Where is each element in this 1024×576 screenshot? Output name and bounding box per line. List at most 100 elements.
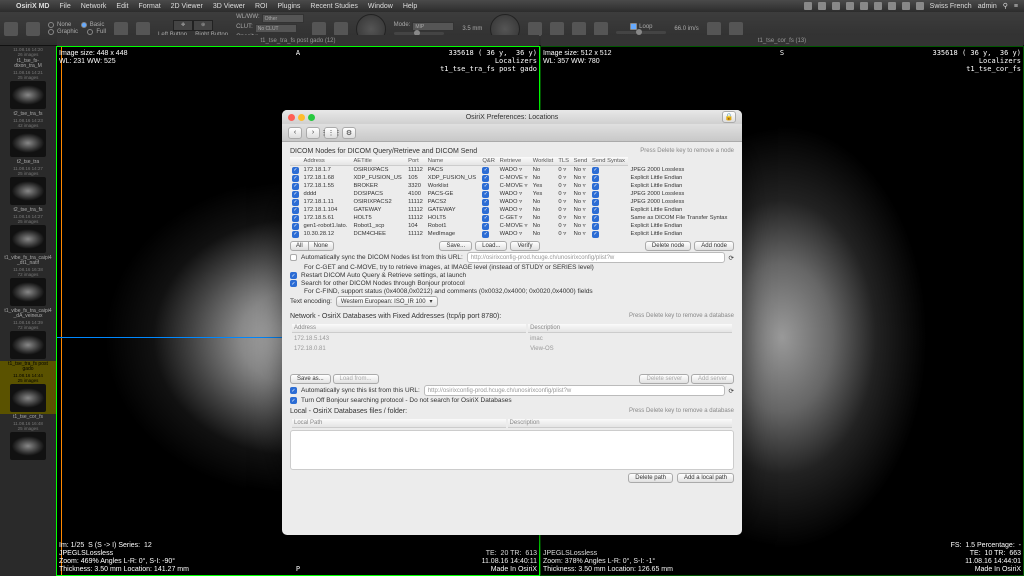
- menu-format[interactable]: Format: [138, 3, 160, 10]
- delete-node-button[interactable]: Delete node: [645, 241, 691, 251]
- shutter-icon[interactable]: [334, 22, 348, 36]
- dicom-node-row[interactable]: ✓172.18.1.68XDP_FUSION_US105XDP_FUSION_U…: [290, 174, 734, 182]
- app-name[interactable]: OsiriX MD: [16, 3, 49, 10]
- status-icon[interactable]: [846, 2, 854, 10]
- spotlight-icon[interactable]: ⚲: [1003, 2, 1008, 10]
- menu-help[interactable]: Help: [403, 3, 417, 10]
- dicom-node-row[interactable]: ✓172.18.5.61HOLT511112HOLT5✓C-GET ▿No0 ▿…: [290, 214, 734, 222]
- series-thumbnail[interactable]: t1_tse_cor_fs11.08.16 16:4825 images: [0, 414, 56, 462]
- menu-recent-studies[interactable]: Recent Studies: [310, 3, 357, 10]
- sync2-url-input[interactable]: http://osirixconfig-prod.hcuge.ch/unosir…: [424, 385, 725, 396]
- movie-export-icon[interactable]: [550, 22, 564, 36]
- navigator-icon[interactable]: [528, 22, 542, 36]
- minimize-icon[interactable]: [298, 114, 305, 121]
- sync-url-input[interactable]: http://osirixconfig-prod.hcuge.ch/unosir…: [467, 252, 725, 263]
- close-icon[interactable]: [288, 114, 295, 121]
- lock-icon[interactable]: 🔒: [722, 111, 736, 123]
- verify-button[interactable]: Verify: [510, 241, 539, 251]
- reload-icon[interactable]: ⟳: [729, 387, 734, 395]
- status-icon[interactable]: [804, 2, 812, 10]
- forward-button[interactable]: ›: [306, 127, 320, 139]
- menu-network[interactable]: Network: [81, 3, 107, 10]
- reload-icon[interactable]: ⟳: [729, 254, 734, 262]
- propagate-icon[interactable]: [594, 22, 608, 36]
- dicom-node-row[interactable]: ✓ddddDOSIPACS4100PACS-GE✓WADO ▿Yes0 ▿No …: [290, 190, 734, 198]
- annot-graphic-radio[interactable]: [48, 29, 54, 35]
- 3d-panel-icon[interactable]: [707, 22, 721, 36]
- menu-window[interactable]: Window: [368, 3, 393, 10]
- right-button-tool[interactable]: ⊕: [193, 20, 213, 31]
- patient-icon[interactable]: [136, 22, 150, 36]
- bonjour-off-checkbox[interactable]: ✓: [290, 397, 297, 404]
- zoom-icon[interactable]: [308, 114, 315, 121]
- menu-plugins[interactable]: Plugins: [277, 3, 300, 10]
- annot-basic-radio[interactable]: [81, 22, 87, 28]
- show-all-button[interactable]: ⋮⋮⋮: [324, 127, 338, 139]
- local-db-list[interactable]: [290, 430, 734, 470]
- add-local-path-button[interactable]: Add a local path: [677, 473, 734, 483]
- menu-2d-viewer[interactable]: 2D Viewer: [171, 3, 203, 10]
- dicom-node-row[interactable]: ✓172.18.1.7OSIRIXPACS11112PACS✓WADO ▿No0…: [290, 166, 734, 175]
- series-thumbnail[interactable]: t1_tse_fs-dixon_tra_M11.08.16 14:2125 im…: [0, 58, 56, 111]
- status-icon[interactable]: [860, 2, 868, 10]
- series-thumbnail[interactable]: t2_tse_tra_fs11.08.16 14:2342 images: [0, 111, 56, 159]
- status-icon[interactable]: [874, 2, 882, 10]
- series-thumbnail[interactable]: t1_vibe_fs_tra_caipi4_dA_veineux11.08.16…: [0, 308, 56, 361]
- menu-edit[interactable]: Edit: [116, 3, 128, 10]
- network-db-row[interactable]: 172.18.0.81View-OS: [292, 345, 732, 353]
- report-plugins-icon[interactable]: [114, 22, 128, 36]
- gear-icon[interactable]: ⚙: [342, 127, 356, 139]
- load-from-button[interactable]: Load from...: [333, 374, 379, 384]
- add-node-button[interactable]: Add node: [694, 241, 734, 251]
- series-sidebar[interactable]: 11.08.16 14:20 26 images t1_tse_fs-dixon…: [0, 46, 56, 576]
- clut-select[interactable]: No CLUT: [255, 24, 297, 33]
- select-all-none[interactable]: AllNone: [290, 241, 334, 251]
- series-thumbnail[interactable]: t1_vibe_fs_tra_caipi4_dt1_natif11.08.16 …: [0, 255, 56, 308]
- menu-file[interactable]: File: [59, 3, 70, 10]
- status-icon[interactable]: [818, 2, 826, 10]
- add-server-button[interactable]: Add server: [691, 374, 734, 384]
- status-icon[interactable]: [902, 2, 910, 10]
- dicom-node-row[interactable]: ✓10.30.28.12DCM4CHEE11112MedImage✓WADO ▿…: [290, 230, 734, 238]
- sync2-checkbox[interactable]: ✓: [290, 387, 297, 394]
- network-db-table[interactable]: AddressDescription 172.18.5.143imac172.1…: [290, 322, 734, 355]
- menu-3d-viewer[interactable]: 3D Viewer: [213, 3, 245, 10]
- menu-roi[interactable]: ROI: [255, 3, 267, 10]
- dicom-node-row[interactable]: ✓172.18.1.11OSIRIXPACS211112PACS2✓WADO ▿…: [290, 198, 734, 206]
- flag-icon[interactable]: [916, 2, 924, 10]
- restart-checkbox[interactable]: ✓: [290, 272, 297, 279]
- database-icon[interactable]: [4, 22, 18, 36]
- dicom-node-row[interactable]: ✓172.18.1.104GATEWAY11112GATEWAY✓WADO ▿N…: [290, 206, 734, 214]
- text-encoding-select[interactable]: Western European: ISO_IR 100▾: [336, 296, 438, 307]
- rate-slider[interactable]: [616, 31, 666, 34]
- 2d3d-icon[interactable]: [312, 22, 326, 36]
- load-button[interactable]: Load...: [475, 241, 507, 251]
- series-thumbnail[interactable]: t1_tse_tra_fs postgado11.08.16 14:4425 i…: [0, 361, 56, 414]
- local-db-table[interactable]: Local PathDescription: [290, 417, 734, 430]
- dicom-node-row[interactable]: ✓gen1-robot1.lato.Robot1_scp104Robot1✓C-…: [290, 222, 734, 230]
- dicom-nodes-table[interactable]: AddressAETitlePortNameQ&RRetrieveWorklis…: [290, 157, 734, 238]
- left-button-tool[interactable]: ✥: [173, 20, 193, 31]
- dicom-node-row[interactable]: ✓172.18.1.55BROKER3320Worklist✓C-MOVE ▿Y…: [290, 182, 734, 190]
- status-icon[interactable]: [832, 2, 840, 10]
- series-thumbnail[interactable]: t2_tse_tra_fs11.08.16 14:2725 images: [0, 207, 56, 255]
- save-button[interactable]: Save...: [439, 241, 472, 251]
- window-titlebar[interactable]: OsiriX Preferences: Locations 🔒: [282, 110, 742, 124]
- network-db-row[interactable]: 172.18.5.143imac: [292, 335, 732, 343]
- sync-url-checkbox[interactable]: [290, 254, 297, 261]
- status-icon[interactable]: [888, 2, 896, 10]
- metadata-icon[interactable]: [729, 22, 743, 36]
- bonjour-checkbox[interactable]: ✓: [290, 280, 297, 287]
- delete-path-button[interactable]: Delete path: [628, 473, 673, 483]
- user-name[interactable]: admin: [978, 3, 997, 10]
- windows-icon[interactable]: [26, 22, 40, 36]
- series-thumbnail[interactable]: t2_tse_tra11.08.16 14:2725 images: [0, 159, 56, 207]
- back-button[interactable]: ‹: [288, 127, 302, 139]
- save-as-button[interactable]: Save as...: [290, 374, 331, 384]
- delete-server-button[interactable]: Delete server: [639, 374, 689, 384]
- annot-none-radio[interactable]: [48, 22, 54, 28]
- notification-icon[interactable]: ≡: [1014, 3, 1018, 10]
- input-source-label[interactable]: Swiss French: [930, 3, 972, 10]
- sync-icon[interactable]: [572, 22, 586, 36]
- wlww-select[interactable]: Other: [262, 14, 304, 23]
